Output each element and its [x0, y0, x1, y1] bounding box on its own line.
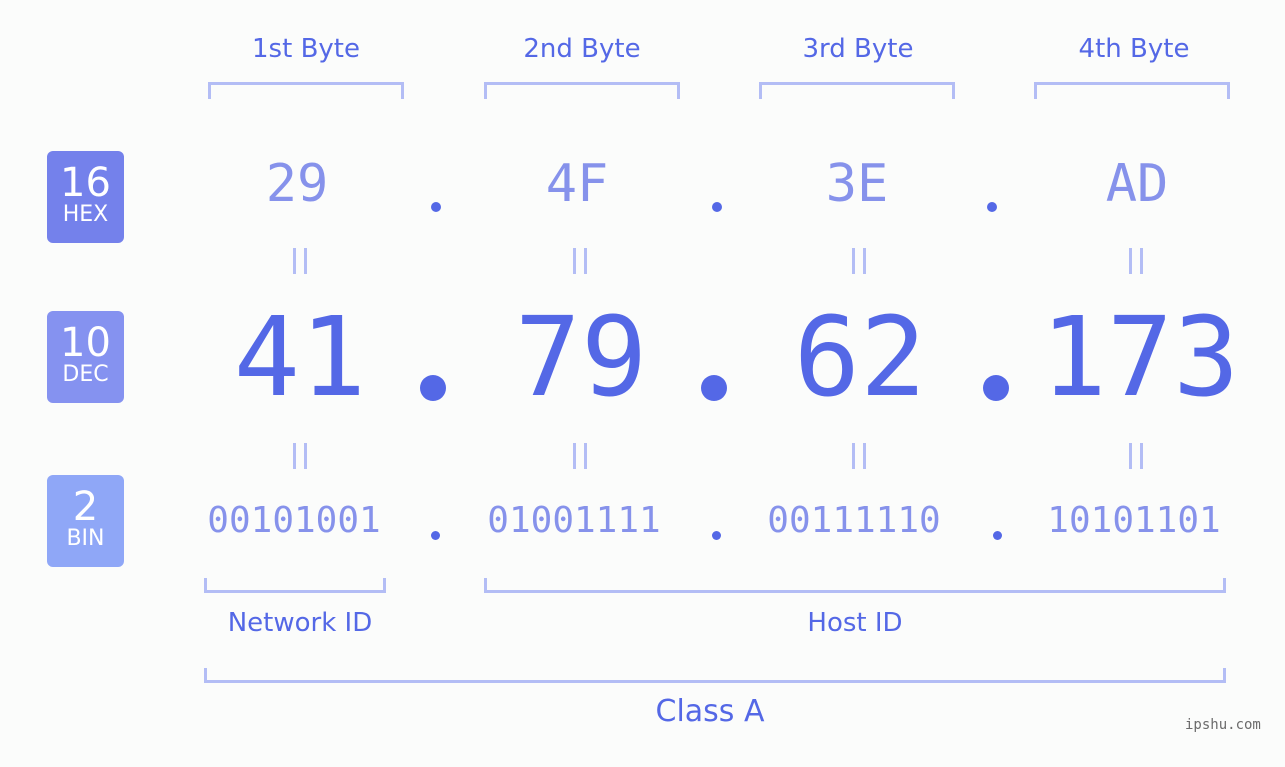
equals-icon [852, 443, 866, 469]
hex-badge-label: HEX [62, 202, 109, 227]
bracket-byte-2 [484, 82, 680, 99]
equals-icon [852, 248, 866, 274]
dec-badge-number: 10 [60, 320, 111, 366]
host-id-label: Host ID [807, 608, 903, 638]
hex-byte-3: 3E [825, 154, 889, 214]
dec-separator-dot [420, 375, 446, 401]
bracket-byte-4 [1034, 82, 1230, 99]
header-byte-4: 4th Byte [1078, 34, 1190, 64]
equals-icon [293, 443, 307, 469]
dec-separator-dot [983, 375, 1009, 401]
dec-separator-dot [701, 375, 727, 401]
network-id-label: Network ID [227, 608, 373, 638]
bin-byte-2: 01001111 [487, 500, 661, 541]
hex-byte-2: 4F [545, 154, 609, 214]
class-bracket [204, 668, 1226, 683]
dec-byte-2: 79 [514, 293, 648, 421]
hex-badge: 16 HEX [47, 151, 124, 243]
hex-byte-1: 29 [265, 154, 329, 214]
bin-badge: 2 BIN [47, 475, 124, 567]
dec-byte-1: 41 [233, 293, 367, 421]
bracket-byte-1 [208, 82, 404, 99]
header-byte-2: 2nd Byte [523, 34, 641, 64]
bin-separator-dot [993, 531, 1002, 540]
hex-badge-number: 16 [60, 160, 111, 206]
bin-badge-number: 2 [72, 484, 99, 530]
bin-separator-dot [712, 531, 721, 540]
bin-separator-dot [431, 531, 440, 540]
header-byte-3: 3rd Byte [802, 34, 914, 64]
bin-byte-3: 00111110 [767, 500, 941, 541]
equals-icon [573, 248, 587, 274]
hex-separator-dot [431, 202, 441, 212]
watermark: ipshu.com [1185, 717, 1261, 733]
equals-icon [293, 248, 307, 274]
header-byte-1: 1st Byte [252, 34, 360, 64]
equals-icon [1129, 443, 1143, 469]
bin-byte-4: 10101101 [1047, 500, 1221, 541]
dec-byte-4: 173 [1040, 293, 1240, 421]
equals-icon [573, 443, 587, 469]
hex-separator-dot [712, 202, 722, 212]
dec-badge: 10 DEC [47, 311, 124, 403]
dec-byte-3: 62 [793, 293, 927, 421]
hex-separator-dot [987, 202, 997, 212]
bin-badge-label: BIN [66, 526, 105, 551]
dec-badge-label: DEC [62, 362, 109, 387]
bin-byte-1: 00101001 [207, 500, 381, 541]
hex-byte-4: AD [1105, 154, 1169, 214]
network-id-bracket [204, 578, 386, 593]
host-id-bracket [484, 578, 1226, 593]
bracket-byte-3 [759, 82, 955, 99]
class-label: Class A [655, 694, 765, 729]
equals-icon [1129, 248, 1143, 274]
